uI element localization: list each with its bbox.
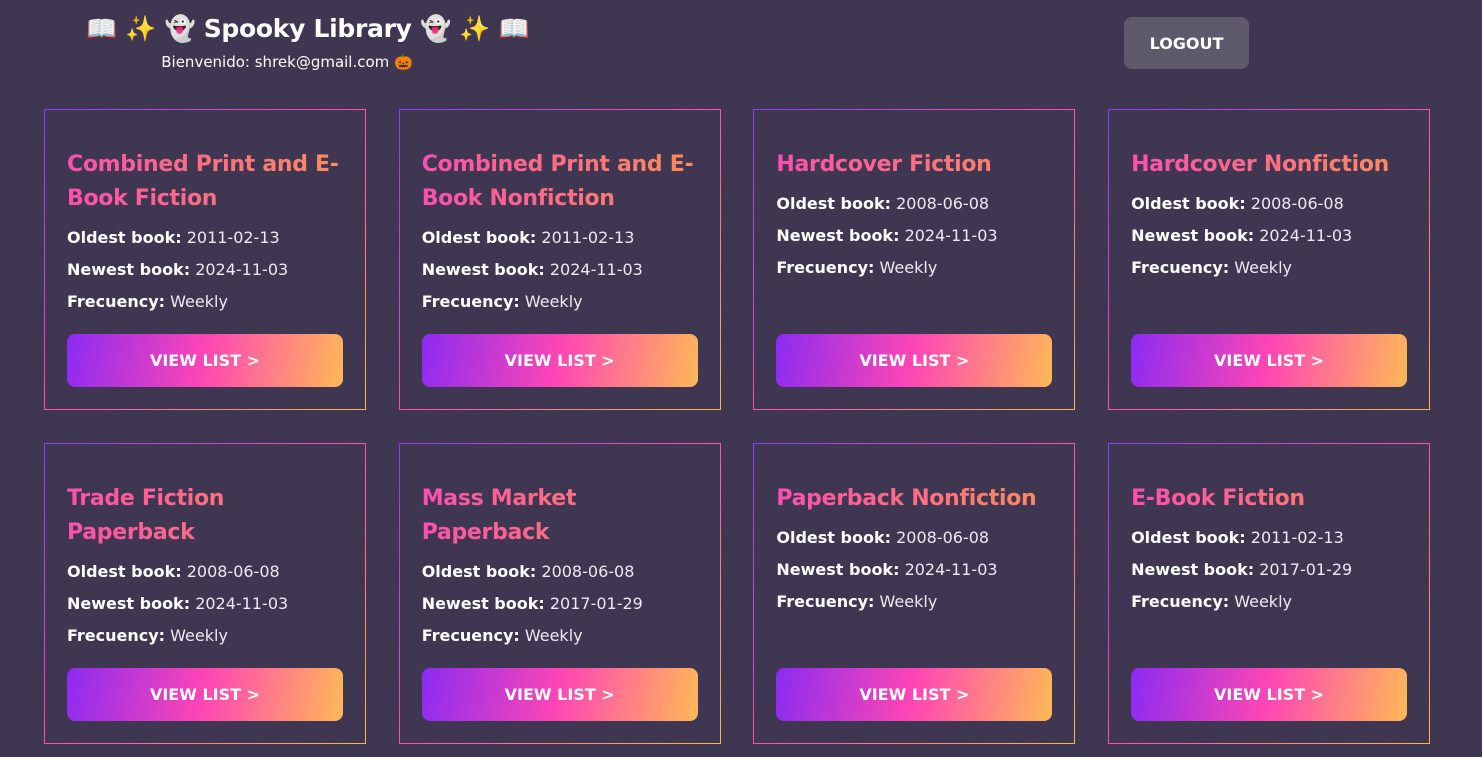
logout-button[interactable]: LOGOUT — [1124, 17, 1249, 69]
oldest-value: 2008-06-08 — [1250, 194, 1344, 213]
view-list-button[interactable]: VIEW LIST > — [1131, 668, 1408, 721]
list-card: Combined Print and E-Book Fiction Oldest… — [44, 109, 366, 410]
list-card: Hardcover Fiction Oldest book: 2008-06-0… — [753, 109, 1075, 410]
oldest-label: Oldest book: — [776, 528, 891, 547]
view-list-button[interactable]: VIEW LIST > — [421, 668, 698, 721]
view-list-button[interactable]: VIEW LIST > — [67, 668, 343, 721]
list-info: Oldest book: 2011-02-13 Newest book: 201… — [1131, 522, 1421, 618]
oldest-value: 2011-02-13 — [541, 228, 635, 247]
view-list-button[interactable]: VIEW LIST > — [776, 668, 1053, 721]
oldest-label: Oldest book: — [67, 228, 182, 247]
newest-value: 2024-11-03 — [549, 260, 643, 279]
newest-label: Newest book: — [1131, 560, 1255, 579]
frequency-label: Frecuency: — [1131, 592, 1230, 611]
oldest-label: Oldest book: — [1131, 528, 1246, 547]
list-title: E-Book Fiction — [1131, 482, 1403, 516]
header: 📖 ✨ 👻 Spooky Library 👻 ✨ 📖 Bienvenido: s… — [0, 0, 1482, 100]
frequency-label: Frecuency: — [421, 292, 520, 311]
frequency-value: Weekly — [524, 292, 583, 311]
list-title: Mass Market Paperback — [422, 482, 694, 550]
list-info: Oldest book: 2008-06-08 Newest book: 202… — [776, 188, 1066, 284]
frequency-value: Weekly — [524, 626, 583, 645]
page-title: 📖 ✨ 👻 Spooky Library 👻 ✨ 📖 — [86, 14, 530, 43]
oldest-value: 2008-06-08 — [541, 562, 635, 581]
newest-value: 2017-01-29 — [1259, 560, 1353, 579]
frequency-label: Frecuency: — [1131, 258, 1230, 277]
view-list-button[interactable]: VIEW LIST > — [421, 334, 698, 387]
frequency-value: Weekly — [1234, 592, 1292, 611]
oldest-label: Oldest book: — [1131, 194, 1246, 213]
list-card: Combined Print and E-Book Nonfiction Old… — [399, 109, 721, 410]
list-title: Combined Print and E-Book Fiction — [67, 148, 339, 216]
newest-label: Newest book: — [776, 226, 900, 245]
newest-label: Newest book: — [67, 594, 191, 613]
oldest-label: Oldest book: — [67, 562, 182, 581]
lists-grid: Combined Print and E-Book Fiction Oldest… — [44, 109, 1430, 744]
oldest-value: 2011-02-13 — [1250, 528, 1344, 547]
oldest-label: Oldest book: — [776, 194, 891, 213]
oldest-label: Oldest book: — [421, 562, 537, 581]
list-title: Combined Print and E-Book Nonfiction — [422, 148, 694, 216]
list-card: Paperback Nonfiction Oldest book: 2008-0… — [753, 443, 1075, 744]
frequency-label: Frecuency: — [67, 626, 166, 645]
oldest-label: Oldest book: — [421, 228, 537, 247]
frequency-label: Frecuency: — [776, 258, 875, 277]
list-card: Trade Fiction Paperback Oldest book: 200… — [44, 443, 366, 744]
welcome-text: Bienvenido: shrek@gmail.com 🎃 — [161, 53, 413, 71]
list-info: Oldest book: 2008-06-08 Newest book: 202… — [67, 556, 357, 652]
frequency-label: Frecuency: — [421, 626, 520, 645]
oldest-value: 2011-02-13 — [186, 228, 280, 247]
frequency-value: Weekly — [1234, 258, 1292, 277]
frequency-value: Weekly — [879, 592, 938, 611]
list-title: Paperback Nonfiction — [776, 482, 1048, 516]
oldest-value: 2008-06-08 — [186, 562, 280, 581]
frequency-label: Frecuency: — [67, 292, 166, 311]
list-title: Hardcover Fiction — [776, 148, 1048, 182]
newest-value: 2024-11-03 — [904, 560, 998, 579]
list-info: Oldest book: 2011-02-13 Newest book: 202… — [67, 222, 357, 318]
view-list-button[interactable]: VIEW LIST > — [1131, 334, 1408, 387]
newest-value: 2024-11-03 — [195, 260, 289, 279]
list-card: Mass Market Paperback Oldest book: 2008-… — [399, 443, 721, 744]
list-card: Hardcover Nonfiction Oldest book: 2008-0… — [1108, 109, 1430, 410]
list-title: Trade Fiction Paperback — [67, 482, 339, 550]
oldest-value: 2008-06-08 — [896, 194, 990, 213]
list-info: Oldest book: 2008-06-08 Newest book: 202… — [776, 522, 1066, 618]
list-info: Oldest book: 2008-06-08 Newest book: 202… — [1131, 188, 1421, 284]
newest-label: Newest book: — [776, 560, 900, 579]
view-list-button[interactable]: VIEW LIST > — [776, 334, 1053, 387]
newest-value: 2024-11-03 — [904, 226, 998, 245]
frequency-value: Weekly — [170, 626, 228, 645]
list-card: E-Book Fiction Oldest book: 2011-02-13 N… — [1108, 443, 1430, 744]
frequency-value: Weekly — [879, 258, 938, 277]
view-list-button[interactable]: VIEW LIST > — [67, 334, 343, 387]
list-title: Hardcover Nonfiction — [1131, 148, 1403, 182]
list-info: Oldest book: 2011-02-13 Newest book: 202… — [422, 222, 712, 318]
oldest-value: 2008-06-08 — [896, 528, 990, 547]
frequency-label: Frecuency: — [776, 592, 875, 611]
frequency-value: Weekly — [170, 292, 228, 311]
newest-value: 2024-11-03 — [1259, 226, 1353, 245]
newest-value: 2017-01-29 — [549, 594, 643, 613]
newest-label: Newest book: — [1131, 226, 1255, 245]
newest-label: Newest book: — [421, 260, 545, 279]
newest-label: Newest book: — [67, 260, 191, 279]
newest-value: 2024-11-03 — [195, 594, 289, 613]
newest-label: Newest book: — [421, 594, 545, 613]
list-info: Oldest book: 2008-06-08 Newest book: 201… — [422, 556, 712, 652]
